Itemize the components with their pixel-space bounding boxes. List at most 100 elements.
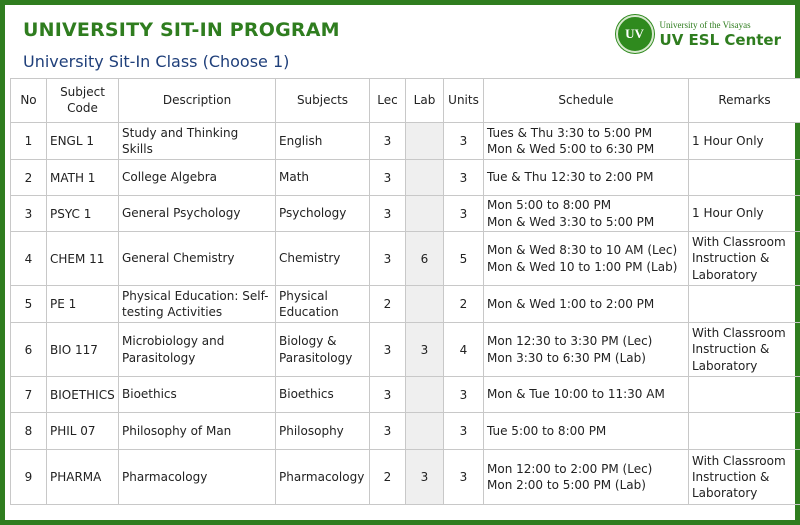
cell-subjects: Bioethics	[275, 376, 370, 413]
cell-lec: 2	[369, 449, 406, 505]
cell-lab	[405, 376, 444, 413]
schedule-line-1: Mon 12:30 to 3:30 PM (Lec)	[487, 334, 653, 349]
uv-emblem-icon: UV	[615, 15, 654, 53]
cell-schedule: Tue & Thu 12:30 to 2:00 PM	[483, 159, 689, 196]
table-row: 1 ENGL 1 Study and Thinking Skills Engli…	[10, 122, 800, 160]
cell-lab	[405, 122, 444, 160]
cell-lec: 3	[369, 376, 406, 413]
cell-description: Bioethics	[118, 376, 276, 413]
schedule-line-1: Mon & Tue 10:00 to 11:30 AM	[487, 387, 665, 402]
cell-lec: 3	[369, 122, 406, 160]
table-row: 2 MATH 1 College Algebra Math 3 3 Tue & …	[10, 159, 800, 196]
cell-subjects: Psychology	[275, 195, 370, 232]
schedule-line-1: Mon 12:00 to 2:00 PM (Lec)	[487, 461, 653, 476]
cell-code: CHEM 11	[46, 231, 119, 286]
schedule-line-1: Mon 5:00 to 8:00 PM	[487, 198, 612, 213]
cell-remarks	[688, 159, 800, 196]
cell-lab: 3	[405, 449, 444, 505]
cell-units: 3	[443, 122, 484, 160]
table-header-row: No Subject Code Description Subjects Lec…	[10, 78, 800, 123]
cell-code: PE 1	[46, 285, 119, 323]
cell-description: College Algebra	[118, 159, 276, 196]
cell-lab	[405, 285, 444, 323]
cell-schedule: Mon 5:00 to 8:00 PM Mon & Wed 3:30 to 5:…	[483, 195, 689, 232]
cell-lab	[405, 412, 444, 450]
subjects-table: No Subject Code Description Subjects Lec…	[10, 78, 800, 505]
cell-schedule: Mon & Tue 10:00 to 11:30 AM	[483, 376, 689, 413]
cell-remarks: With Classroom Instruction & Laboratory	[688, 449, 800, 505]
logo-university-name: University of the Visayas	[659, 19, 751, 30]
table-row: 9 PHARMA Pharmacology Pharmacology 2 3 3…	[10, 449, 800, 505]
cell-subjects: Math	[275, 159, 370, 196]
cell-description: Study and Thinking Skills	[118, 122, 276, 160]
table-row: 6 BIO 117 Microbiology and Parasitology …	[10, 322, 800, 377]
cell-remarks: With Classroom Instruction & Laboratory	[688, 322, 800, 377]
logo-center-name: UV ESL Center	[659, 30, 781, 49]
col-header-subjects: Subjects	[275, 78, 370, 123]
schedule-line-1: Tues & Thu 3:30 to 5:00 PM	[487, 125, 653, 140]
cell-lab: 3	[405, 322, 444, 377]
cell-schedule: Tue 5:00 to 8:00 PM	[483, 412, 689, 450]
cell-no: 2	[10, 159, 47, 196]
cell-lab	[405, 159, 444, 196]
schedule-line-1: Tue & Thu 12:30 to 2:00 PM	[487, 170, 654, 185]
cell-code: PHIL 07	[46, 412, 119, 450]
cell-no: 5	[10, 285, 47, 323]
cell-no: 9	[10, 449, 47, 505]
cell-subjects: English	[275, 122, 370, 160]
cell-remarks: 1 Hour Only	[688, 122, 800, 160]
table-row: 7 BIOETHICS Bioethics Bioethics 3 3 Mon …	[10, 376, 800, 413]
page-subtitle: University Sit-In Class (Choose 1)	[23, 52, 290, 71]
schedule-line-1: Mon & Wed 1:00 to 2:00 PM	[487, 296, 655, 311]
cell-lab: 6	[405, 231, 444, 286]
cell-lec: 3	[369, 231, 406, 286]
cell-remarks	[688, 412, 800, 450]
col-header-schedule: Schedule	[483, 78, 689, 123]
cell-schedule: Mon & Wed 1:00 to 2:00 PM	[483, 285, 689, 323]
cell-lec: 2	[369, 285, 406, 323]
cell-schedule: Mon 12:00 to 2:00 PM (Lec) Mon 2:00 to 5…	[483, 449, 689, 505]
cell-no: 8	[10, 412, 47, 450]
table-row: 3 PSYC 1 General Psychology Psychology 3…	[10, 195, 800, 232]
university-logo: UV University of the Visayas UV ESL Cent…	[615, 15, 781, 53]
cell-units: 2	[443, 285, 484, 323]
cell-units: 3	[443, 195, 484, 232]
cell-units: 3	[443, 376, 484, 413]
cell-subjects: Physical Education	[275, 285, 370, 323]
table-row: 4 CHEM 11 General Chemistry Chemistry 3 …	[10, 231, 800, 286]
table-row: 8 PHIL 07 Philosophy of Man Philosophy 3…	[10, 412, 800, 450]
schedule-line-2: Mon 2:00 to 5:00 PM (Lab)	[487, 478, 646, 492]
schedule-line-1: Mon & Wed 8:30 to 10 AM (Lec)	[487, 243, 678, 258]
cell-no: 6	[10, 322, 47, 377]
cell-subjects: Pharmacology	[275, 449, 370, 505]
cell-schedule: Mon 12:30 to 3:30 PM (Lec) Mon 3:30 to 6…	[483, 322, 689, 377]
schedule-line-2: Mon 3:30 to 6:30 PM (Lab)	[487, 350, 646, 365]
cell-no: 3	[10, 195, 47, 232]
cell-remarks	[688, 376, 800, 413]
col-header-no: No	[10, 78, 47, 123]
cell-code: ENGL 1	[46, 122, 119, 160]
cell-remarks: With Classroom Instruction & Laboratory	[688, 231, 800, 286]
cell-code: PHARMA	[46, 449, 119, 505]
cell-units: 3	[443, 449, 484, 505]
cell-schedule: Mon & Wed 8:30 to 10 AM (Lec) Mon & Wed …	[483, 231, 689, 286]
cell-description: General Psychology	[118, 195, 276, 232]
cell-units: 4	[443, 322, 484, 377]
cell-remarks	[688, 285, 800, 323]
cell-subjects: Chemistry	[275, 231, 370, 286]
cell-code: BIOETHICS	[46, 376, 119, 413]
logo-emblem-text: UV	[625, 26, 644, 41]
cell-lec: 3	[369, 195, 406, 232]
col-header-remarks: Remarks	[688, 78, 800, 123]
cell-subjects: Philosophy	[275, 412, 370, 450]
cell-no: 1	[10, 122, 47, 160]
cell-lab	[405, 195, 444, 232]
cell-code: BIO 117	[46, 322, 119, 377]
col-header-lec: Lec	[369, 78, 406, 123]
cell-units: 5	[443, 231, 484, 286]
cell-lec: 3	[369, 412, 406, 450]
cell-units: 3	[443, 412, 484, 450]
col-header-lab: Lab	[405, 78, 444, 123]
schedule-line-1: Tue 5:00 to 8:00 PM	[487, 423, 607, 438]
cell-code: MATH 1	[46, 159, 119, 196]
